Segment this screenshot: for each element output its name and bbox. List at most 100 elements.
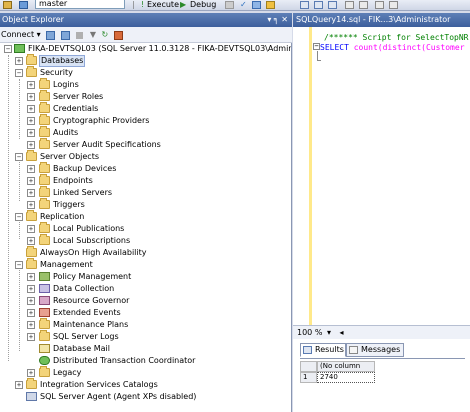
collapse-icon[interactable]: − [15, 153, 23, 161]
tree-label[interactable]: Data Collection [53, 283, 114, 295]
collapse-icon[interactable]: − [15, 213, 23, 221]
connect-button[interactable]: Connect ▾ [1, 27, 41, 43]
tree-label[interactable]: Integration Services Catalogs [40, 379, 158, 391]
code-line-1[interactable]: /****** Script for SelectTopNR [324, 33, 469, 42]
uncomment-icon[interactable] [359, 1, 368, 9]
tree-label[interactable]: Resource Governor [53, 295, 129, 307]
toolbar-db-icon[interactable] [3, 1, 12, 9]
disconnect-icon[interactable] [60, 30, 70, 40]
expand-icon[interactable]: + [27, 333, 35, 341]
tree-label[interactable]: Backup Devices [53, 163, 116, 175]
expand-icon[interactable]: + [27, 141, 35, 149]
expand-icon[interactable]: + [27, 225, 35, 233]
tree-label[interactable]: Legacy [53, 367, 81, 379]
filter-icon[interactable]: ▼ [90, 27, 96, 43]
grid-corner[interactable] [300, 361, 317, 372]
zoom-select[interactable]: 100 % [297, 328, 322, 337]
expand-icon[interactable]: + [27, 105, 35, 113]
expand-icon[interactable]: + [15, 381, 23, 389]
connect-icon[interactable] [46, 30, 56, 40]
grid-row-header[interactable]: 1 [300, 372, 317, 383]
stop-icon[interactable] [76, 31, 84, 39]
results-to-file-icon[interactable] [328, 1, 337, 9]
outline-collapse-icon[interactable]: − [313, 43, 320, 50]
expand-icon[interactable]: + [27, 177, 35, 185]
toolbar-db2-icon[interactable] [19, 1, 28, 9]
tree-label[interactable]: AlwaysOn High Availability [40, 247, 147, 259]
tree-label[interactable]: Databases [39, 55, 86, 67]
expand-icon[interactable]: + [27, 165, 35, 173]
tree-label[interactable]: Server Roles [53, 91, 103, 103]
outdent-icon[interactable] [389, 1, 398, 9]
scroll-left-icon[interactable]: ◂ [340, 328, 344, 337]
summary-icon[interactable] [113, 30, 123, 40]
grid-cell[interactable]: 2740 [317, 372, 375, 383]
tree-label[interactable]: Local Publications [53, 223, 124, 235]
tree-label[interactable]: Server Audit Specifications [53, 139, 161, 151]
expand-icon[interactable]: + [27, 285, 35, 293]
tree-label[interactable]: Audits [53, 127, 78, 139]
database-select[interactable]: master [35, 0, 125, 9]
execute-button[interactable]: Execute [147, 0, 179, 9]
expand-icon[interactable]: + [15, 57, 23, 65]
expand-icon[interactable]: + [27, 237, 35, 245]
tree-label[interactable]: Extended Events [53, 307, 121, 319]
tree-label[interactable]: Local Subscriptions [53, 235, 130, 247]
grid-icon [303, 346, 312, 354]
expand-icon[interactable]: + [27, 81, 35, 89]
tree-label[interactable]: Maintenance Plans [53, 319, 128, 331]
tree-label[interactable]: Logins [53, 79, 79, 91]
query-editor[interactable]: − /****** Script for SelectTopNR SELECT … [293, 27, 470, 325]
tree-label[interactable]: SQL Server Agent (Agent XPs disabled) [40, 391, 196, 403]
expand-icon[interactable]: + [27, 129, 35, 137]
grid-column-header[interactable]: (No column name) [317, 361, 375, 379]
zoom-dropdown-icon[interactable]: ▾ [327, 328, 331, 337]
tree-label[interactable]: Credentials [53, 103, 98, 115]
tree-label[interactable]: Policy Management [53, 271, 131, 283]
expand-icon[interactable]: + [27, 369, 35, 377]
expand-icon[interactable]: + [27, 117, 35, 125]
execute-icon[interactable]: ! [141, 0, 144, 9]
query-options-icon[interactable] [252, 1, 261, 9]
tree-label[interactable]: SQL Server Logs [53, 331, 119, 343]
tree-label[interactable]: Management [40, 259, 93, 271]
expand-icon[interactable]: + [27, 321, 35, 329]
results-to-text-icon[interactable] [300, 1, 309, 9]
code-line-2[interactable]: SELECT count(distinct(Customer [320, 43, 465, 52]
indent-icon[interactable] [375, 1, 384, 9]
expand-icon[interactable]: + [27, 297, 35, 305]
extended-events-icon [39, 308, 50, 317]
estimated-plan-icon[interactable] [266, 1, 275, 9]
server-label[interactable]: FIKA-DEVTSQL03 (SQL Server 11.0.3128 - F… [28, 43, 291, 55]
tree-label[interactable]: Linked Servers [53, 187, 112, 199]
debug-icon[interactable]: ▶ [180, 0, 186, 9]
results-to-grid-icon[interactable] [314, 1, 323, 9]
parse-icon[interactable]: ✓ [240, 0, 247, 9]
collapse-icon[interactable]: − [15, 261, 23, 269]
expand-icon[interactable]: + [27, 273, 35, 281]
expand-icon[interactable]: + [27, 189, 35, 197]
debug-button[interactable]: Debug [190, 0, 216, 9]
expand-icon[interactable]: + [27, 309, 35, 317]
expand-icon[interactable]: + [27, 201, 35, 209]
tree-label[interactable]: Triggers [53, 199, 85, 211]
collapse-icon[interactable]: − [4, 45, 12, 53]
tab-messages[interactable]: Messages [346, 343, 404, 357]
tree-label[interactable]: Server Objects [40, 151, 99, 163]
expand-icon[interactable]: + [27, 93, 35, 101]
folder-icon [39, 366, 50, 377]
collapse-icon[interactable]: − [15, 69, 23, 77]
tree-label[interactable]: Cryptographic Providers [53, 115, 149, 127]
stop-icon[interactable] [225, 1, 234, 9]
tree-label[interactable]: Distributed Transaction Coordinator [53, 355, 195, 367]
comment-icon[interactable] [345, 1, 354, 9]
tree-label[interactable]: Database Mail [53, 343, 110, 355]
document-tab[interactable]: SQLQuery14.sql - FIK...3\Administrator (… [293, 13, 470, 38]
object-explorer-title: Object Explorer [2, 15, 64, 24]
server-icon [14, 44, 25, 53]
panel-controls[interactable]: ▾ ╕ ✕ [267, 13, 288, 27]
tab-results[interactable]: Results [300, 343, 346, 357]
refresh-icon[interactable]: ↻ [102, 27, 109, 43]
tree-label[interactable]: Endpoints [53, 175, 93, 187]
folder-icon [26, 66, 37, 77]
